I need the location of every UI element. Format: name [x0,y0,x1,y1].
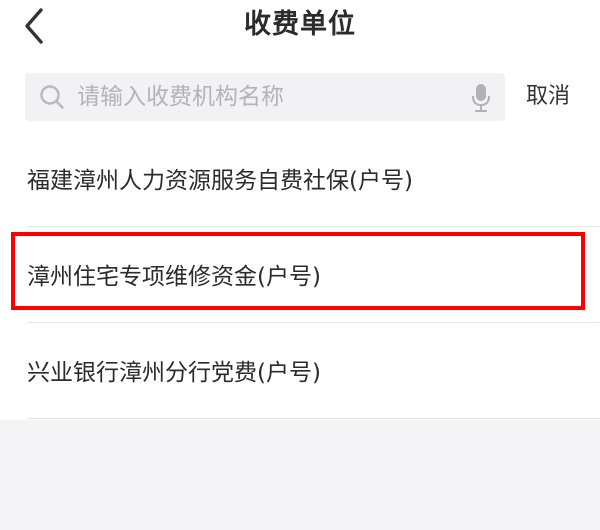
list-item[interactable]: 福建漳州人力资源服务自费社保(户号) [0,135,600,227]
microphone-icon[interactable] [471,83,491,113]
search-icon [39,84,65,110]
search-input[interactable] [77,77,457,117]
page-title: 收费单位 [244,9,356,40]
list-item-label: 漳州住宅专项维修资金(户号) [27,264,321,290]
divider [27,322,600,323]
search-box[interactable] [25,73,505,121]
screen: 收费单位 取消 福建漳州人力资源服务自费社保(户号) 漳州住宅专项维修资金(户号… [0,0,600,530]
empty-area [0,420,600,530]
cancel-button[interactable]: 取消 [526,80,570,114]
chevron-left-icon [14,6,54,46]
divider [27,418,600,419]
back-button[interactable] [14,6,54,46]
list-item-label: 兴业银行漳州分行党费(户号) [27,360,321,386]
list-item[interactable]: 兴业银行漳州分行党费(户号) [0,327,600,419]
list-item-label: 福建漳州人力资源服务自费社保(户号) [27,168,413,194]
header: 收费单位 [0,0,600,56]
list-item[interactable]: 漳州住宅专项维修资金(户号) [0,231,600,323]
divider [27,226,600,227]
